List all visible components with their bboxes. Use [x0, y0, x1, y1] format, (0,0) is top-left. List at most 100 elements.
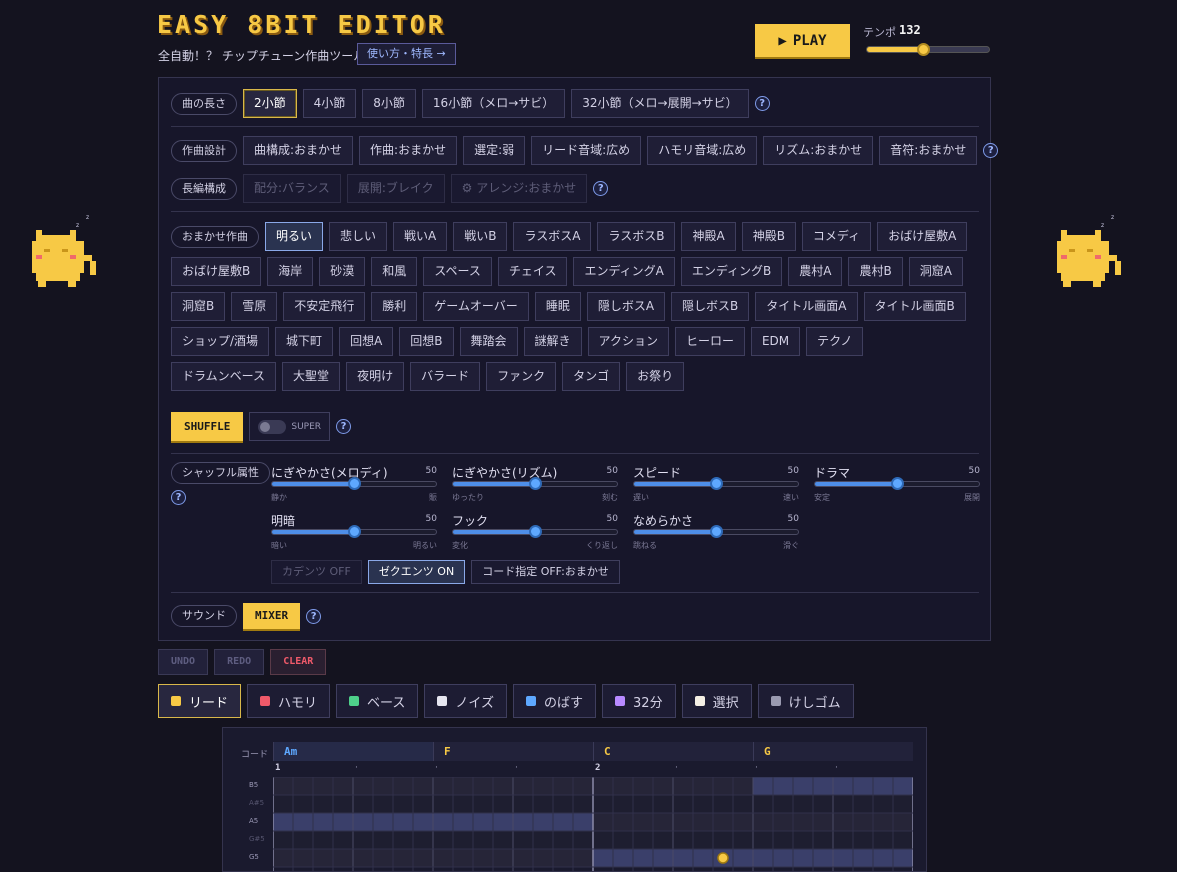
style-option[interactable]: 海岸	[267, 257, 314, 286]
slider-knob[interactable]	[891, 477, 904, 490]
tool-tab[interactable]: ノイズ	[424, 684, 508, 718]
style-option[interactable]: 夜明け	[346, 362, 405, 391]
style-option[interactable]: タイトル画面A	[755, 292, 858, 321]
design-option[interactable]: 音符:おまかせ	[879, 136, 978, 165]
slider-knob[interactable]	[348, 525, 361, 538]
style-option[interactable]: 回想A	[339, 327, 394, 356]
note-marker[interactable]	[717, 852, 729, 864]
balance-option[interactable]: 配分:バランス	[243, 174, 341, 203]
design-option[interactable]: ハモリ音域:広め	[647, 136, 758, 165]
style-option[interactable]: タンゴ	[562, 362, 621, 391]
chord-cell[interactable]: C	[593, 742, 753, 761]
super-toggle[interactable]: SUPER	[249, 412, 331, 441]
redo-button[interactable]: REDO	[214, 649, 265, 675]
style-option[interactable]: 洞窟A	[908, 257, 963, 286]
help-icon[interactable]: ?	[171, 490, 186, 505]
chord-cell[interactable]: Am	[273, 742, 433, 761]
chord-cell[interactable]: F	[433, 742, 593, 761]
style-option[interactable]: 舞踏会	[459, 327, 518, 356]
style-option[interactable]: 和風	[371, 257, 418, 286]
style-option[interactable]: おばけ屋敷B	[171, 257, 262, 286]
mixer-button[interactable]: MIXER	[243, 603, 301, 629]
help-icon[interactable]: ?	[983, 143, 999, 158]
cadence-toggle[interactable]: カデンツ OFF	[271, 560, 362, 584]
style-option[interactable]: タイトル画面B	[863, 292, 966, 321]
help-icon[interactable]: ?	[754, 96, 770, 111]
slider-knob[interactable]	[348, 477, 361, 490]
style-option[interactable]: エンディングB	[680, 257, 783, 286]
style-option[interactable]: おばけ屋敷A	[877, 222, 968, 251]
chord-spec-toggle[interactable]: コード指定 OFF:おまかせ	[471, 560, 620, 584]
style-option[interactable]: 隠しボスB	[671, 292, 750, 321]
style-option[interactable]: エンディングA	[573, 257, 675, 286]
slider-track[interactable]	[271, 477, 437, 490]
slider-track[interactable]	[271, 525, 437, 538]
slider-track[interactable]	[633, 525, 799, 538]
design-option[interactable]: リズム:おまかせ	[763, 136, 874, 165]
length-option[interactable]: 2小節	[243, 89, 297, 118]
style-option[interactable]: コメディ	[801, 222, 872, 251]
style-option[interactable]: 砂漠	[319, 257, 366, 286]
arrange-option[interactable]: ⚙ アレンジ:おまかせ	[450, 174, 588, 203]
style-option[interactable]: スペース	[423, 257, 492, 286]
style-option[interactable]: ラスボスB	[597, 222, 676, 251]
slider-track[interactable]	[633, 477, 799, 490]
style-option[interactable]: ゲームオーバー	[423, 292, 529, 321]
tool-tab[interactable]: けしゴム	[757, 684, 854, 718]
style-option[interactable]: 戦いA	[393, 222, 448, 251]
help-icon[interactable]: ?	[306, 608, 322, 624]
design-option[interactable]: 作曲:おまかせ	[359, 136, 458, 165]
tool-tab[interactable]: ベース	[336, 684, 419, 718]
style-option[interactable]: 神殿B	[741, 222, 796, 251]
length-option[interactable]: 16小節（メロ→サビ）	[421, 89, 566, 118]
style-option[interactable]: ラスボスA	[513, 222, 592, 251]
style-option[interactable]: 大聖堂	[282, 362, 341, 391]
shuffle-button[interactable]: SHUFFLE	[171, 412, 244, 441]
slider-knob[interactable]	[529, 525, 542, 538]
slider-knob[interactable]	[710, 477, 723, 490]
note-grid[interactable]	[273, 777, 913, 872]
style-option[interactable]: 洞窟B	[171, 292, 226, 321]
help-icon[interactable]: ?	[336, 419, 352, 434]
style-option[interactable]: 城下町	[275, 327, 334, 356]
chord-cell[interactable]: G	[753, 742, 913, 761]
length-option[interactable]: 4小節	[302, 89, 357, 118]
style-option[interactable]: ドラムンベース	[171, 362, 277, 391]
slider-knob[interactable]	[710, 525, 723, 538]
sequence-toggle[interactable]: ゼクエンツ ON	[367, 560, 466, 584]
style-option[interactable]: テクノ	[806, 327, 864, 356]
style-option[interactable]: 雪原	[231, 292, 278, 321]
length-option[interactable]: 8小節	[362, 89, 416, 118]
design-option[interactable]: 曲構成:おまかせ	[243, 136, 354, 165]
style-option[interactable]: 睡眠	[534, 292, 581, 321]
tool-tab[interactable]: 選択	[681, 684, 752, 718]
help-icon[interactable]: ?	[593, 181, 609, 196]
style-option[interactable]: 明るい	[265, 222, 324, 251]
play-button[interactable]: ▶ PLAY	[755, 24, 850, 57]
style-option[interactable]: お祭り	[626, 362, 685, 391]
style-option[interactable]: 勝利	[371, 292, 418, 321]
style-option[interactable]: 謎解き	[523, 327, 582, 356]
style-option[interactable]: ファンク	[486, 362, 557, 391]
undo-button[interactable]: UNDO	[158, 649, 209, 675]
style-option[interactable]: チェイス	[497, 257, 568, 286]
tool-tab[interactable]: ハモリ	[247, 684, 331, 718]
tempo-slider[interactable]	[866, 43, 990, 56]
style-option[interactable]: 戦いB	[453, 222, 508, 251]
style-option[interactable]: ヒーロー	[674, 327, 745, 356]
tempo-slider-knob[interactable]	[917, 43, 931, 56]
slider-track[interactable]	[452, 477, 618, 490]
style-option[interactable]: ショップ/酒場	[171, 327, 270, 356]
clear-button[interactable]: CLEAR	[270, 649, 327, 675]
length-option[interactable]: 32小節（メロ→展開→サビ）	[571, 89, 749, 118]
slider-track[interactable]	[452, 525, 618, 538]
slider-track[interactable]	[814, 477, 980, 490]
break-option[interactable]: 展開:ブレイク	[346, 174, 445, 203]
style-option[interactable]: EDM	[750, 327, 801, 356]
style-option[interactable]: 農村B	[848, 257, 903, 286]
tool-tab[interactable]: リード	[158, 684, 242, 718]
style-option[interactable]: 隠しボスA	[586, 292, 666, 321]
slider-knob[interactable]	[529, 477, 542, 490]
design-option[interactable]: 選定:弱	[463, 136, 526, 165]
style-option[interactable]: 悲しい	[329, 222, 388, 251]
